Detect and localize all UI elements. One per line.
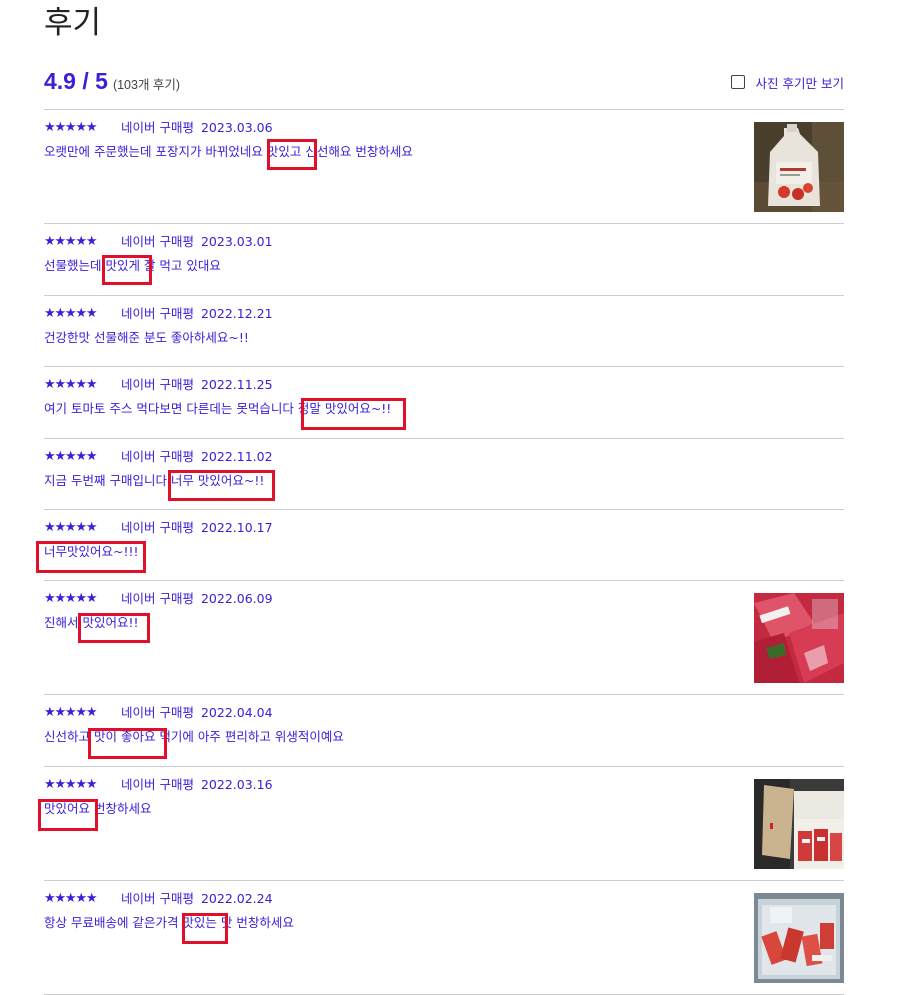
review-meta: ★★★★★ 네이버 구매평 2022.10.17 — [44, 519, 273, 537]
divider — [44, 295, 844, 296]
review-source: 네이버 구매평 — [121, 591, 194, 606]
highlight-box — [267, 139, 317, 170]
page-title: 후기 — [44, 5, 102, 41]
review-text: 오랫만에 주문했는데 포장지가 바뀌었네요 맛있고 신선해요 번창하세요 — [44, 144, 413, 159]
star-rating-icon: ★★★★★ — [44, 520, 97, 535]
highlight-box — [36, 541, 146, 573]
photo-only-toggle[interactable]: 사진 후기만 보기 — [730, 73, 844, 92]
average-score: 4.9 / 5 (103개 후기) — [44, 64, 180, 102]
review-source: 네이버 구매평 — [121, 777, 194, 792]
divider — [44, 509, 844, 510]
review-meta: ★★★★★ 네이버 구매평 2022.11.02 — [44, 448, 273, 466]
highlight-box — [88, 728, 167, 759]
review-text: 항상 무료배송에 같은가격 맛있는 맛 번창하세요 — [44, 915, 294, 930]
star-rating-icon: ★★★★★ — [44, 891, 97, 906]
review-date: 2023.03.01 — [200, 234, 273, 249]
review-date: 2022.10.17 — [200, 520, 273, 535]
star-rating-icon: ★★★★★ — [44, 777, 97, 792]
divider — [44, 580, 844, 581]
photo-only-checkbox[interactable] — [730, 75, 745, 89]
divider — [44, 766, 844, 767]
review-date: 2022.11.25 — [200, 377, 273, 392]
review-source: 네이버 구매평 — [121, 306, 194, 321]
star-rating-icon: ★★★★★ — [44, 234, 97, 249]
review-meta: ★★★★★ 네이버 구매평 2022.02.24 — [44, 890, 273, 908]
review-meta: ★★★★★ 네이버 구매평 2022.12.21 — [44, 305, 273, 323]
review-meta: ★★★★★ 네이버 구매평 2023.03.01 — [44, 233, 273, 251]
review-count: (103개 후기) — [112, 78, 181, 92]
star-rating-icon: ★★★★★ — [44, 591, 97, 606]
review-date: 2023.03.06 — [200, 120, 273, 135]
divider — [44, 694, 844, 695]
delivery-box-photo[interactable] — [754, 779, 844, 869]
review-source: 네이버 구매평 — [121, 120, 194, 135]
review-meta: ★★★★★ 네이버 구매평 2022.04.04 — [44, 704, 273, 722]
review-meta: ★★★★★ 네이버 구매평 2022.03.16 — [44, 776, 273, 794]
delivery-box-image — [754, 779, 844, 869]
review-source: 네이버 구매평 — [121, 377, 194, 392]
star-rating-icon: ★★★★★ — [44, 120, 97, 135]
review-date: 2022.02.24 — [200, 891, 273, 906]
review-meta: ★★★★★ 네이버 구매평 2023.03.06 — [44, 119, 273, 137]
divider — [44, 109, 844, 110]
divider — [44, 438, 844, 439]
tomato-packs-image — [754, 593, 844, 683]
star-rating-icon: ★★★★★ — [44, 705, 97, 720]
tomato-packs-photo[interactable] — [754, 593, 844, 683]
review-date: 2022.12.21 — [200, 306, 273, 321]
packed-box-image — [754, 893, 844, 983]
divider — [44, 366, 844, 367]
review-source: 네이버 구매평 — [121, 234, 194, 249]
review-text: 건강한맛 선물해준 분도 좋아하세요~!! — [44, 330, 249, 345]
review-source: 네이버 구매평 — [121, 520, 194, 535]
packed-box-photo[interactable] — [754, 893, 844, 983]
highlight-box — [301, 398, 406, 430]
review-meta: ★★★★★ 네이버 구매평 2022.06.09 — [44, 590, 273, 608]
product-pouch-image — [754, 122, 844, 212]
photo-only-label[interactable]: 사진 후기만 보기 — [756, 73, 844, 92]
divider — [44, 880, 844, 881]
score-value: 4.9 / 5 — [44, 68, 108, 94]
product-pouch-photo[interactable] — [754, 122, 844, 212]
highlight-box — [168, 470, 275, 501]
divider — [44, 223, 844, 224]
review-source: 네이버 구매평 — [121, 705, 194, 720]
highlight-box — [38, 799, 98, 831]
review-date: 2022.06.09 — [200, 591, 273, 606]
highlight-box — [182, 913, 228, 944]
review-source: 네이버 구매평 — [121, 891, 194, 906]
review-date: 2022.11.02 — [200, 449, 273, 464]
review-date: 2022.03.16 — [200, 777, 273, 792]
review-meta: ★★★★★ 네이버 구매평 2022.11.25 — [44, 376, 273, 394]
star-rating-icon: ★★★★★ — [44, 449, 97, 464]
rating-summary: 4.9 / 5 (103개 후기) 사진 후기만 보기 — [44, 64, 844, 98]
review-source: 네이버 구매평 — [121, 449, 194, 464]
highlight-box — [102, 255, 152, 285]
highlight-box — [78, 613, 150, 643]
review-date: 2022.04.04 — [200, 705, 273, 720]
star-rating-icon: ★★★★★ — [44, 306, 97, 321]
star-rating-icon: ★★★★★ — [44, 377, 97, 392]
